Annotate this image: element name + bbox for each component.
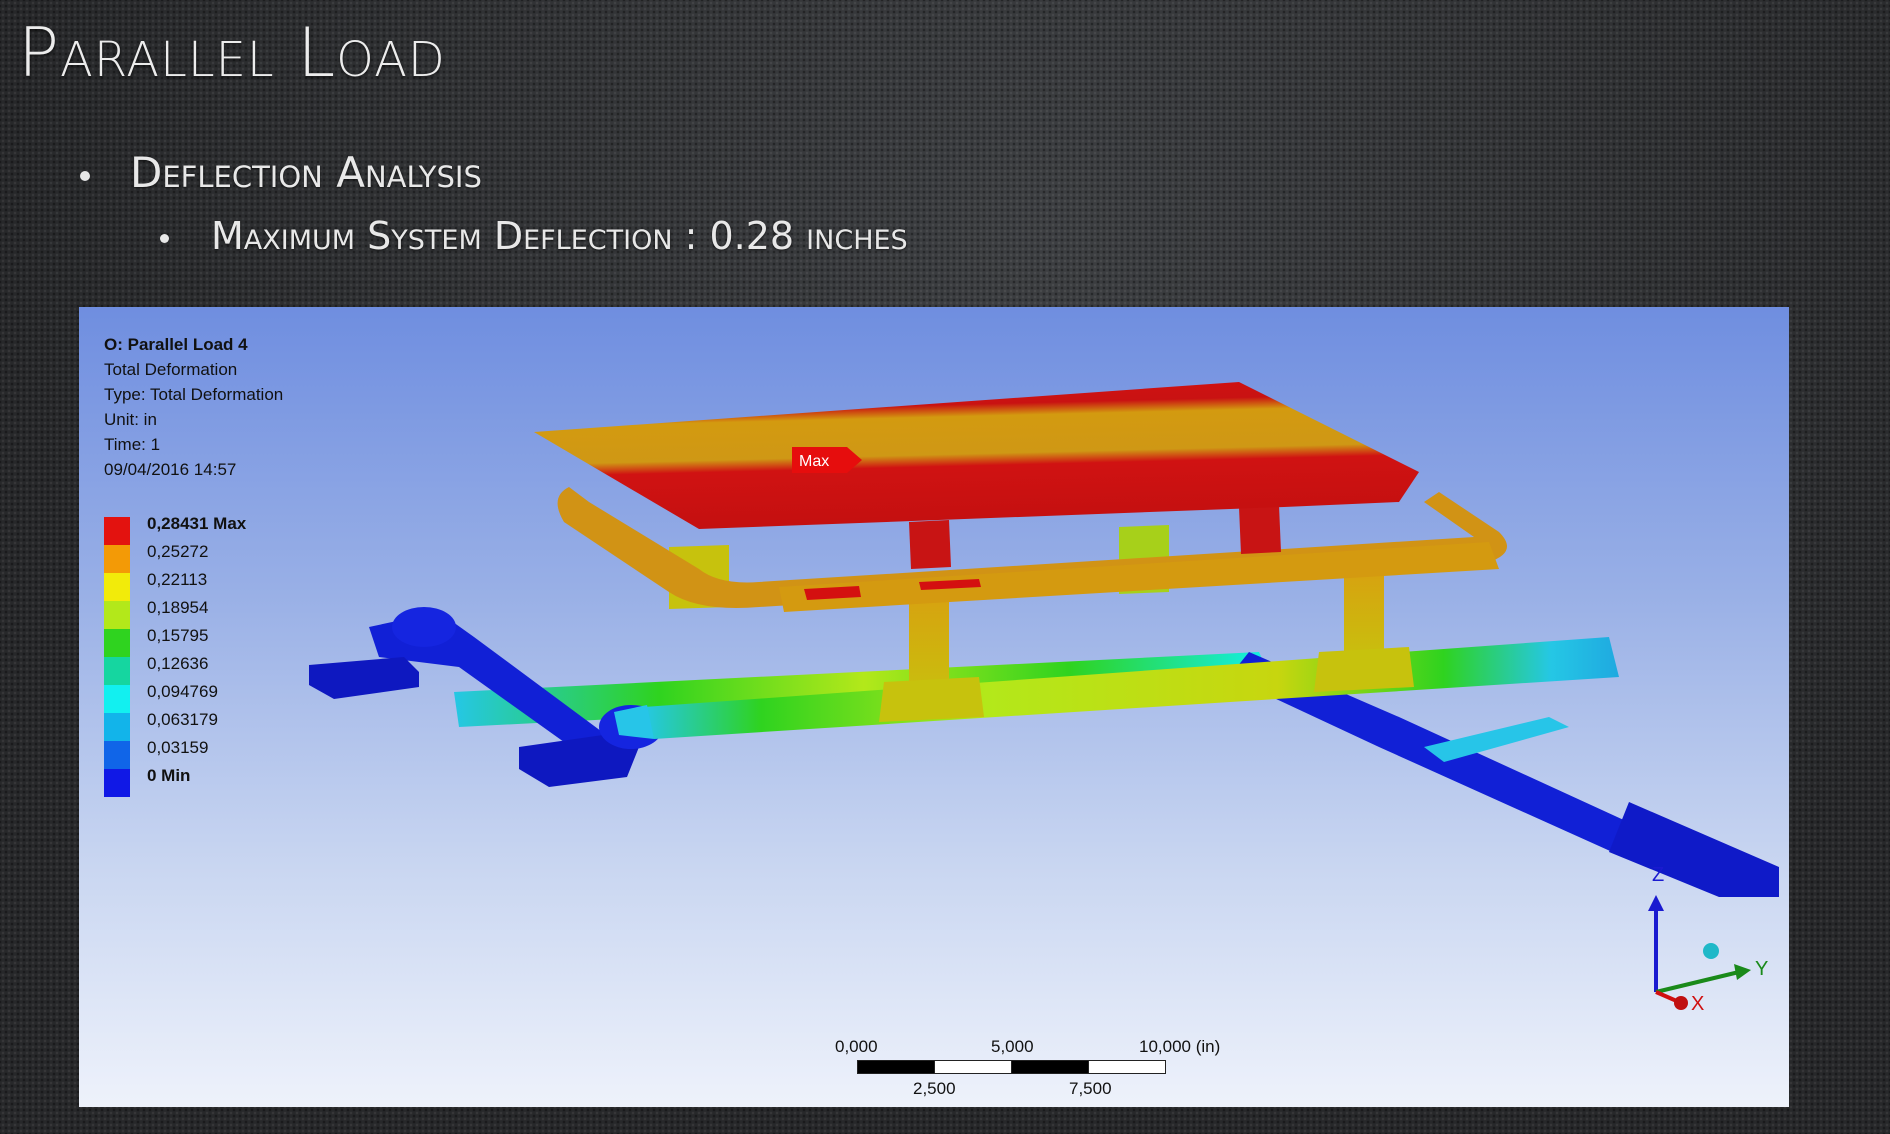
legend-swatch [104,685,130,713]
left-rear-joint [392,607,456,647]
bullet-text: Maximum System Deflection : 0.28 inches [211,214,908,258]
legend-label: 0,18954 [147,598,209,617]
right-foot-pad [1609,802,1779,897]
bullet-max-deflection: Maximum System Deflection : 0.28 inches [160,214,908,258]
legend-swatch [104,601,130,629]
bullet-deflection-analysis: Deflection Analysis [80,148,482,197]
result-time: Time: 1 [104,435,161,454]
top-plate [534,382,1419,529]
legend-label: 0,15795 [147,626,209,645]
fea-result-viewport[interactable]: Max Z Y X O: Parallel Load 4 Total Defor… [79,307,1789,1107]
scale-label-7500: 7,500 [1069,1079,1112,1098]
scale-label-5000: 5,000 [991,1037,1034,1056]
scale-segment [857,1060,935,1074]
result-unit: Unit: in [104,410,157,429]
max-tag-label: Max [799,453,829,470]
scale-label-2500: 2,500 [913,1079,956,1098]
left-rear-foot [309,657,419,699]
legend-label: 0,063179 [147,710,218,729]
legend-label: 0,25272 [147,542,209,561]
scale-segment [1088,1060,1166,1074]
legend-label: 0,094769 [147,682,218,701]
legend-swatch [104,657,130,685]
plate-bracket [1239,505,1281,554]
legend-label: 0,03159 [147,738,209,757]
legend-swatch [104,629,130,657]
slide-title: Parallel Load [18,14,446,93]
legend-swatch [104,741,130,769]
bullet-text: Deflection Analysis [130,148,482,197]
result-info: O: Parallel Load 4 Total Deformation Typ… [104,332,283,482]
front-right-tee [1314,647,1414,692]
result-type: Type: Total Deformation [104,385,284,404]
legend-label: 0,22113 [147,570,208,589]
bullet-dot [160,234,169,243]
z-axis-label: Z [1652,864,1664,886]
scale-label-0: 0,000 [835,1037,878,1056]
legend-swatch [104,517,130,545]
bullet-dot [80,170,90,181]
scale-segment [934,1060,1012,1074]
scale-segment [1011,1060,1089,1074]
x-axis-label: X [1691,993,1704,1015]
front-left-tee [879,677,984,722]
deformation-model[interactable]: Max Z Y X [79,307,1789,1107]
legend-swatch [104,713,130,741]
scale-label-10000: 10,000 (in) [1139,1037,1221,1056]
plate-bracket [909,520,951,569]
legend-label: 0 Min [147,766,191,785]
legend-swatch [104,769,130,797]
legend-label: 0,28431 Max [147,514,247,533]
legend-swatch [104,545,130,573]
scale-bar: 0,000 5,000 10,000 (in) 2,500 7,500 [779,1037,1220,1098]
result-name: O: Parallel Load 4 [104,335,248,354]
result-label: Total Deformation [104,360,238,379]
result-date: 09/04/2016 14:57 [104,460,237,479]
legend-swatch [104,573,130,601]
y-axis-label: Y [1755,958,1768,980]
legend-label: 0,12636 [147,654,209,673]
